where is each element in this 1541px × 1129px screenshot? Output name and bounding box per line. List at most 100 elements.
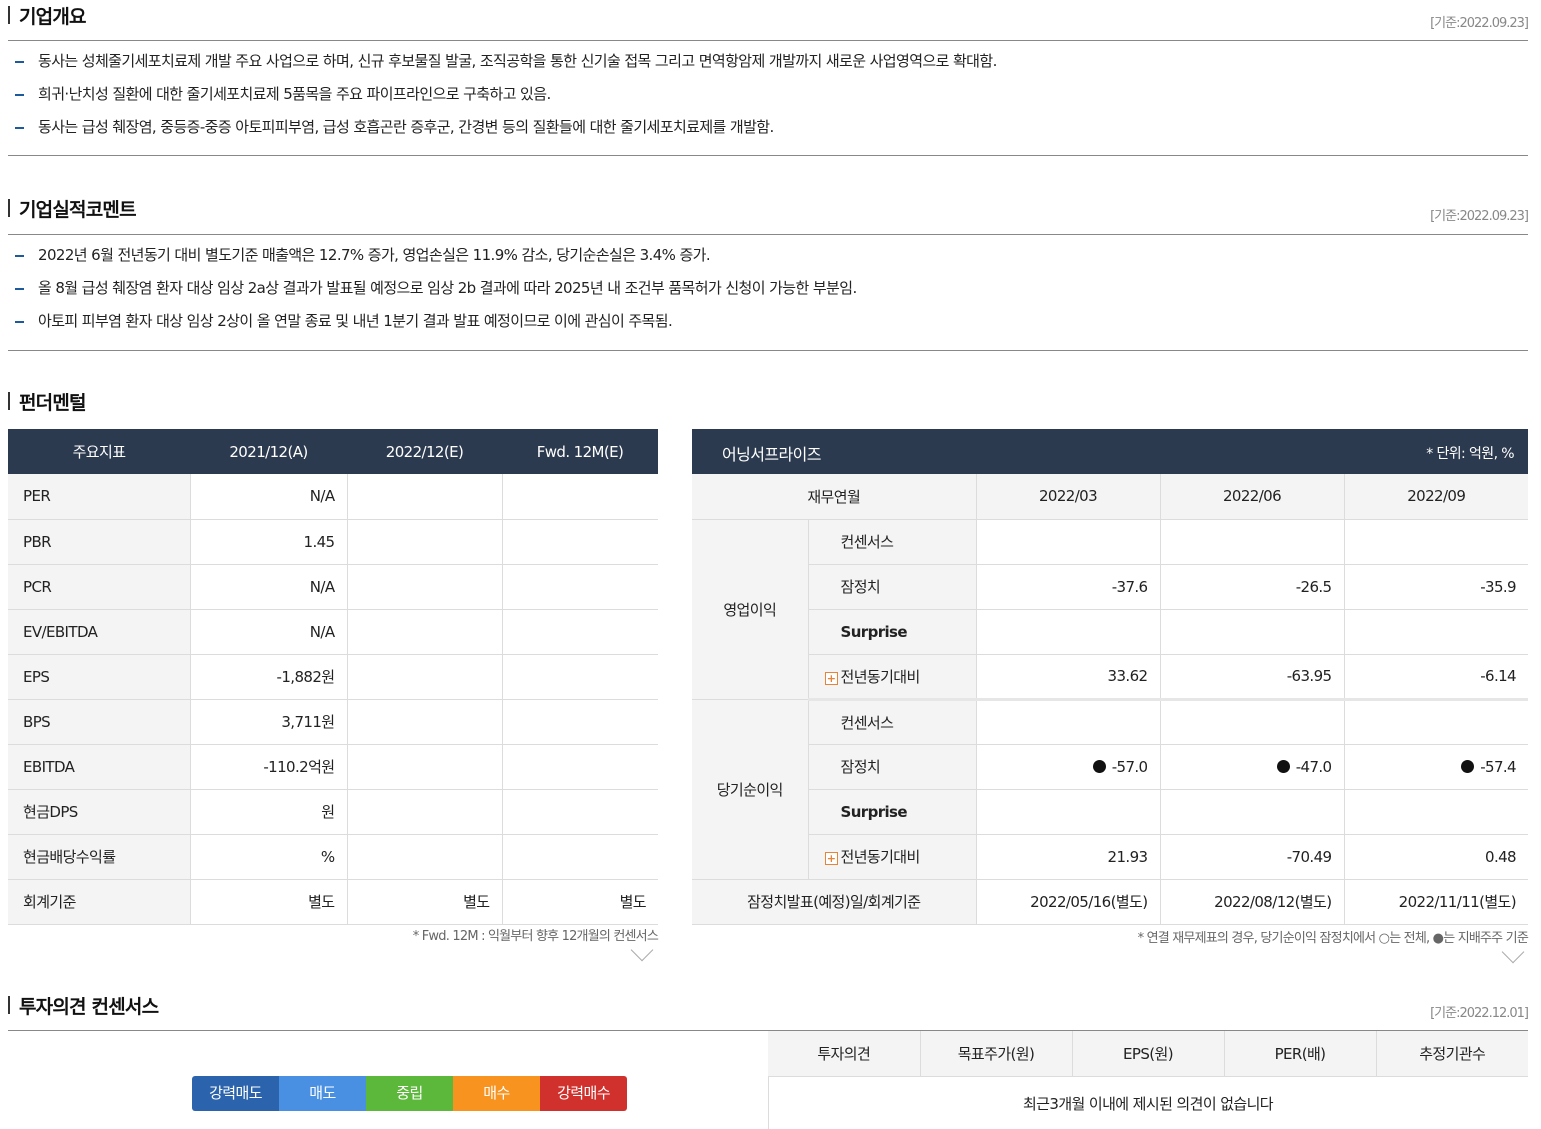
- column-header: 주요지표: [8, 429, 190, 474]
- cell-value: [502, 789, 658, 835]
- filled-dot-icon: [1092, 759, 1106, 773]
- cell-value: -63.95: [1160, 654, 1345, 701]
- cell-value: -110.2억원: [190, 744, 348, 790]
- filled-dot-icon: [1461, 759, 1475, 773]
- cell-value: [502, 519, 658, 565]
- column-header: 추정기관수: [1376, 1031, 1528, 1077]
- cell-value: -47.0: [1160, 744, 1345, 790]
- table-row: BPS 3,711원: [8, 699, 658, 745]
- row-label: 잠정치발표(예정)일/회계기준: [692, 879, 977, 925]
- table-header-row: 재무연월 2022/03 2022/06 2022/09: [692, 474, 1528, 520]
- cell-value: [502, 474, 658, 520]
- list-item: 아토피 피부염 환자 대상 임상 2상이 올 연말 종료 및 내년 1분기 결과…: [8, 305, 1528, 338]
- table-row: 잠정치발표(예정)일/회계기준 2022/05/16(별도) 2022/08/1…: [692, 879, 1528, 925]
- earnings-table: 재무연월 2022/03 2022/06 2022/09 영업이익 컨센서스 잠…: [692, 474, 1528, 925]
- overview-date: [기준:2022.09.23]: [1430, 16, 1529, 31]
- row-label: Surprise: [808, 789, 977, 835]
- cell-value: [1344, 609, 1528, 655]
- overview-title: 기업개요: [19, 6, 87, 28]
- table-row: EPS -1,882원: [8, 654, 658, 700]
- earnings-title: 어닝서프라이즈: [722, 445, 821, 464]
- filled-dot-icon: [1276, 759, 1290, 773]
- cell-value: N/A: [190, 474, 348, 520]
- empty-message: 최근3개월 이내에 제시된 의견이 없습니다: [1022, 1095, 1274, 1114]
- row-group-label: 당기순이익: [692, 699, 809, 880]
- cell-value: [1160, 519, 1345, 565]
- cell-value: 2022/05/16(별도): [976, 879, 1161, 925]
- row-label: EPS: [8, 654, 191, 700]
- table-row: 당기순이익 컨센서스: [692, 699, 1528, 880]
- table-row: Surprise: [692, 789, 1528, 835]
- cell-value: [347, 474, 503, 520]
- yoy-expand-row-label[interactable]: + 전년동기대비: [808, 654, 977, 701]
- list-item: 올 8월 급성 췌장염 환자 대상 임상 2a상 결과가 발표될 예정으로 임상…: [8, 272, 1528, 305]
- row-label[interactable]: 전년동기대비: [841, 848, 921, 866]
- column-header: 목표주가(원): [920, 1031, 1073, 1077]
- gauge-strong-sell: 강력매도: [192, 1076, 279, 1111]
- earnings-unit: * 단위: 억원, %: [1426, 446, 1514, 462]
- list-item: 2022년 6월 전년동기 대비 별도기준 매출액은 12.7% 증가, 영업손…: [8, 239, 1528, 272]
- section-marker: [8, 199, 10, 217]
- gauge-strong-buy: 강력매수: [540, 1076, 627, 1111]
- earnings-header: 어닝서프라이즈 * 단위: 억원, %: [692, 429, 1528, 474]
- cell-value: 3,711원: [190, 699, 348, 745]
- cell-value: [1160, 789, 1345, 835]
- comment-header: 기업실적코멘트 [기준:2022.09.23]: [8, 193, 1529, 224]
- cell-value: [347, 699, 503, 745]
- cell-value: [1160, 699, 1345, 745]
- cell-value: [347, 654, 503, 700]
- cell-value: [976, 699, 1161, 745]
- cell-value: 2022/11/11(별도): [1344, 879, 1528, 925]
- opinion-title: 투자의견 컨센서스: [19, 996, 159, 1018]
- cell-value: [502, 834, 658, 880]
- cell-text: -57.4: [1480, 757, 1516, 776]
- table-row: + 전년동기대비 21.93 -70.49 0.48: [692, 834, 1528, 880]
- cell-text: -47.0: [1295, 757, 1332, 776]
- column-header: 2022/12(E): [347, 429, 502, 474]
- cell-value: -70.49: [1160, 834, 1345, 880]
- table-row: EV/EBITDA N/A: [8, 609, 658, 655]
- fundamental-header: 펀더멘털: [8, 386, 1528, 416]
- row-label: 잠정치: [808, 744, 977, 790]
- column-header: 2022/03: [976, 474, 1161, 520]
- cell-value: [347, 744, 503, 790]
- fundamental-table: 주요지표 2021/12(A) 2022/12(E) Fwd. 12M(E) P…: [8, 429, 658, 925]
- overview-header: 기업개요 [기준:2022.09.23]: [8, 0, 1529, 31]
- cell-value: [347, 834, 503, 880]
- cell-value: [347, 789, 503, 835]
- row-label: PBR: [8, 519, 191, 565]
- cell-value: %: [190, 834, 348, 880]
- list-item: 동사는 성체줄기세포치료제 개발 주요 사업으로 하며, 신규 후보물질 발굴,…: [8, 45, 1528, 78]
- opinion-header: 투자의견 컨센서스 [기준:2022.12.01]: [8, 990, 1529, 1021]
- yoy-expand-row-label[interactable]: + 전년동기대비: [808, 834, 977, 880]
- row-label: 컨센서스: [808, 699, 977, 745]
- table-row: PER N/A: [8, 474, 658, 520]
- row-label: PCR: [8, 564, 191, 610]
- divider: [8, 155, 1528, 156]
- cell-value: [347, 519, 503, 565]
- cell-value: -37.6: [976, 564, 1161, 610]
- table-row: 최근3개월 이내에 제시된 의견이 없습니다: [768, 1076, 1528, 1129]
- cell-value: -26.5: [1160, 564, 1345, 610]
- row-label[interactable]: 전년동기대비: [841, 668, 921, 686]
- cell-value: 33.62: [976, 654, 1161, 701]
- cell-value: 별도: [502, 879, 658, 925]
- plus-icon[interactable]: +: [824, 851, 838, 865]
- column-header: PER(배): [1224, 1031, 1377, 1077]
- row-group-label: 영업이익: [692, 519, 809, 700]
- cell-value: -1,882원: [190, 654, 348, 700]
- divider: [8, 40, 1528, 41]
- table-row: PCR N/A: [8, 564, 658, 610]
- table-row: Surprise: [692, 609, 1528, 655]
- cell-value: 1.45: [190, 519, 348, 565]
- fundamental-title: 펀더멘털: [19, 392, 87, 414]
- list-item: 희귀·난치성 질환에 대한 줄기세포치료제 5품목을 주요 파이프라인으로 구축…: [8, 78, 1528, 111]
- cell-value: [1344, 699, 1528, 745]
- gauge-neutral: 중립: [366, 1076, 453, 1111]
- cell-value: [502, 609, 658, 655]
- opinion-gauge: 강력매도 매도 중립 매수 강력매수: [192, 1076, 627, 1111]
- cell-value: 원: [190, 789, 348, 835]
- section-marker: [8, 392, 10, 410]
- plus-icon[interactable]: +: [824, 671, 838, 685]
- cell-text: -57.0: [1111, 757, 1148, 776]
